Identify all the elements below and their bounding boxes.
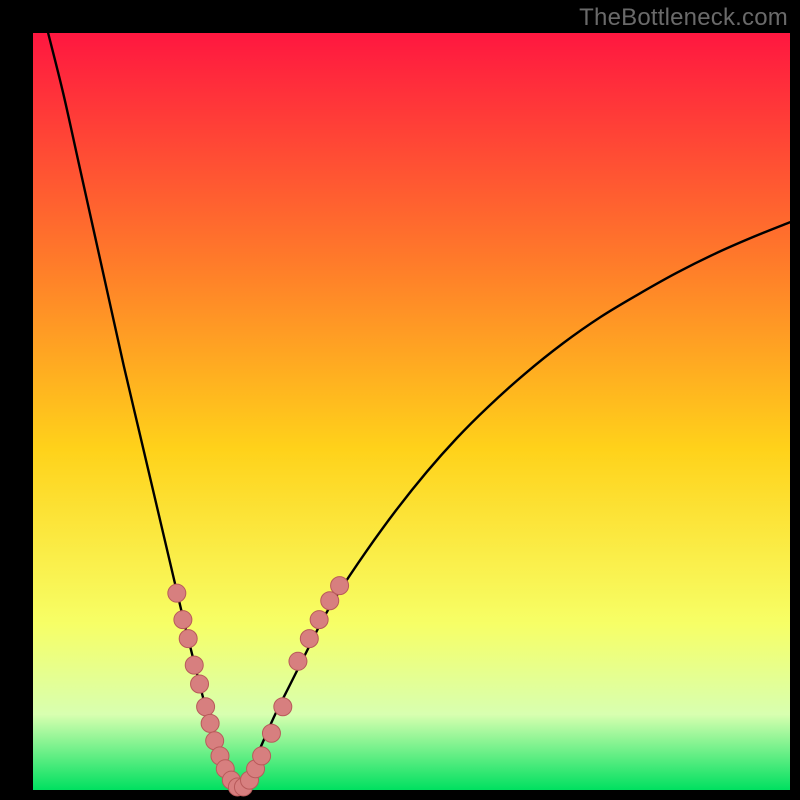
bottleneck-curve-chart xyxy=(0,0,800,800)
curve-marker xyxy=(274,698,292,716)
curve-marker xyxy=(168,584,186,602)
curve-marker xyxy=(331,577,349,595)
curve-marker xyxy=(185,656,203,674)
chart-frame: TheBottleneck.com xyxy=(0,0,800,800)
curve-marker xyxy=(300,630,318,648)
curve-marker xyxy=(310,611,328,629)
curve-marker xyxy=(201,714,219,732)
curve-marker xyxy=(253,747,271,765)
curve-marker xyxy=(174,611,192,629)
chart-gradient-background xyxy=(33,33,790,790)
curve-marker xyxy=(321,592,339,610)
curve-marker xyxy=(289,652,307,670)
watermark-text: TheBottleneck.com xyxy=(579,4,788,32)
curve-marker xyxy=(262,724,280,742)
curve-marker xyxy=(191,675,209,693)
curve-marker xyxy=(179,630,197,648)
curve-marker xyxy=(197,698,215,716)
